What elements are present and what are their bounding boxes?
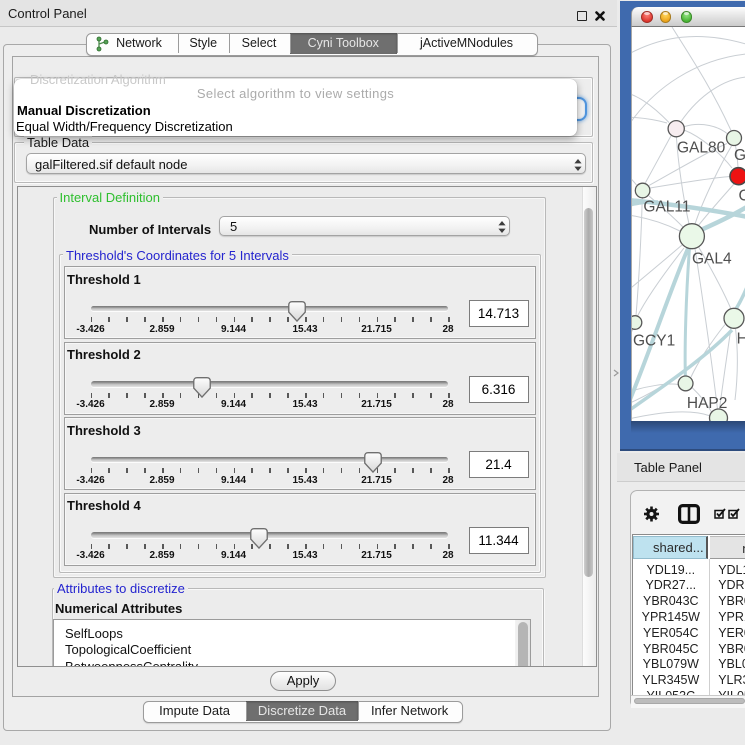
svg-text:GA: GA xyxy=(734,147,745,164)
svg-text:GCY1: GCY1 xyxy=(633,333,675,350)
svg-text:HAP2: HAP2 xyxy=(687,395,728,412)
svg-text:GAL4: GAL4 xyxy=(692,251,732,268)
svg-text:GAL80: GAL80 xyxy=(677,140,726,157)
svg-text:CY: CY xyxy=(739,188,745,205)
svg-text:HIS4: HIS4 xyxy=(737,331,745,348)
svg-text:GAL11: GAL11 xyxy=(643,198,690,215)
